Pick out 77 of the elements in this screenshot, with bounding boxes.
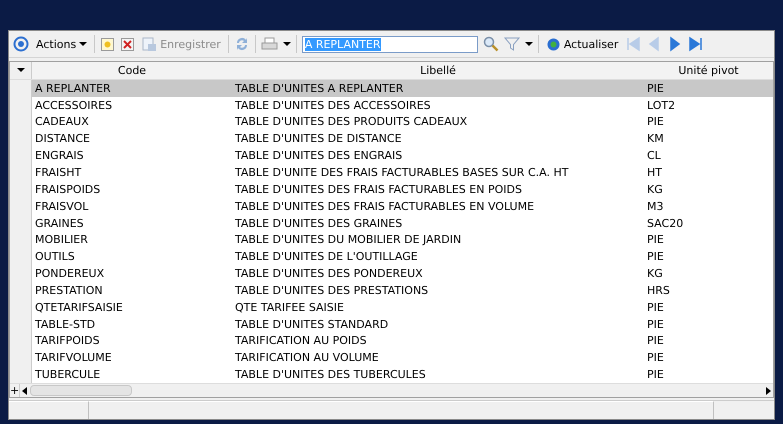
table-cell-text: QTE TARIFEE SAISIE	[234, 300, 345, 314]
table-cell-text: TARIFICATION AU VOLUME	[234, 351, 380, 364]
table-cell-text: TABLE D'UNITES STANDARD	[234, 318, 390, 331]
table-cell-text: A REPLANTER	[34, 82, 112, 95]
table-cell-text: TABLE D'UNITES DES FRAIS FACTURABLES EN POIDS	[234, 182, 523, 196]
table-cell-text: CADEAUX	[34, 115, 90, 128]
table-cell-text: TABLE-STD	[34, 318, 96, 331]
table-cell-text: HT	[646, 166, 663, 179]
filter-icon[interactable]	[504, 36, 520, 52]
scroll-right-icon[interactable]	[763, 386, 773, 396]
table-cell-text: TABLE D'UNITES DES TUBERCULES	[234, 368, 427, 382]
target-icon[interactable]	[13, 36, 29, 52]
table-cell-text: PRESTATION	[34, 284, 104, 297]
table-cell-text: PIE	[646, 82, 665, 95]
table-cell-text: TABLE D'UNITES DE DISTANCE	[234, 132, 403, 146]
table-cell-text: CL	[646, 149, 662, 162]
table-cell-text: TABLE D'UNITES DES ACCESSOIRES	[234, 98, 432, 112]
table-cell-text: PONDEREUX	[34, 267, 106, 280]
table-cell-text: FRAISHT	[34, 166, 82, 179]
search-icon[interactable]	[482, 36, 499, 52]
table-cell-text: KM	[646, 132, 665, 146]
table-cell-text: FRAISPOIDS	[34, 182, 102, 196]
table-cell-text: PIE	[646, 334, 665, 348]
document-icon	[142, 36, 158, 52]
table-row[interactable]: ACCESSOIRES TABLE D'UNITES DES ACCESSOIRES LOT2	[10, 96, 773, 114]
refresh-button[interactable]: Actualiser	[544, 33, 620, 55]
table-cell-text: TARIFVOLUME	[34, 351, 113, 364]
table-cell-text: PIE	[646, 368, 665, 382]
table-cell-text: TABLE D'UNITES DES PRESTATIONS	[234, 284, 430, 297]
caret-icon[interactable]	[16, 67, 24, 74]
table-cell-text: PIE	[646, 233, 665, 246]
table-cell-text: FRAISVOL	[34, 200, 90, 213]
table-cell-text: PIE	[646, 351, 665, 364]
table-cell-text: M3	[646, 200, 664, 213]
table-cell-text: TABLE D'UNITES DES ENGRAIS	[234, 149, 404, 162]
table-cell-text: OUTILS	[34, 250, 76, 264]
refresh-icon	[546, 36, 561, 52]
table-cell-text: GRAINES	[34, 216, 85, 230]
add-row-button[interactable]: +	[10, 384, 20, 397]
table-cell-text: PIE	[646, 250, 665, 264]
table-cell-text: LOT2	[646, 98, 676, 112]
table-cell-text: ACCESSOIRES	[34, 98, 114, 112]
table-row[interactable]: A REPLANTER TABLE D'UNITES A REPLANTER PIE	[10, 80, 773, 97]
table-cell-text: TABLE D'UNITES DE L'OUTILLAGE	[234, 250, 419, 264]
table-cell-text: SAC20	[646, 216, 684, 230]
table-cell-text: KG	[646, 267, 664, 280]
column-header[interactable]: Unité pivot	[644, 64, 773, 77]
table-cell-text: TABLE D'UNITES A REPLANTER	[234, 82, 404, 95]
table-cell-text: TABLE D'UNITES DES PONDEREUX	[234, 267, 424, 280]
table-cell-text: DISTANCE	[34, 132, 91, 146]
column-header[interactable]: Code	[32, 64, 232, 77]
caret-icon[interactable]	[282, 41, 291, 47]
table-cell-text: HRS	[646, 284, 671, 297]
table-cell-text: MOBILIER	[34, 233, 89, 246]
table-cell-text: TARIFPOIDS	[34, 334, 101, 348]
table-cell-text: TABLE D'UNITE DES FRAIS FACTURABLES BASES SUR C.A. HT	[234, 166, 570, 179]
table-cell-text: TABLE D'UNITES DES PRODUITS CADEAUX	[234, 115, 468, 128]
table-cell-text: PIE	[646, 300, 665, 314]
printer-icon[interactable]	[260, 36, 278, 52]
table-cell-text: PIE	[646, 115, 665, 128]
actions-menu[interactable]: Actions	[34, 33, 90, 55]
table-cell-text: TABLE D'UNITES DES GRAINES	[234, 216, 404, 230]
table-cell-text: ENGRAIS	[34, 149, 85, 162]
table-cell-text: TABLE D'UNITES DES FRAIS FACTURABLES EN VOLUME	[234, 200, 536, 213]
table-cell-text: TARIFICATION AU POIDS	[234, 334, 368, 348]
table-cell-text: QTETARIFSAISIE	[34, 300, 124, 314]
table-cell-text: TABLE D'UNITES DU MOBILIER DE JARDIN	[234, 233, 462, 246]
delete-icon[interactable]	[120, 36, 136, 52]
caret-icon[interactable]	[524, 41, 533, 47]
scrollbar-thumb[interactable]	[30, 385, 132, 396]
last-record-icon[interactable]	[688, 36, 704, 52]
table-cell-text: KG	[646, 182, 664, 196]
caret-icon	[79, 41, 88, 47]
table-cell-text: TUBERCULE	[34, 368, 102, 382]
column-header[interactable]: Libellé	[232, 64, 644, 77]
new-document-icon[interactable]	[100, 36, 116, 52]
table-cell-text: PIE	[646, 318, 665, 331]
